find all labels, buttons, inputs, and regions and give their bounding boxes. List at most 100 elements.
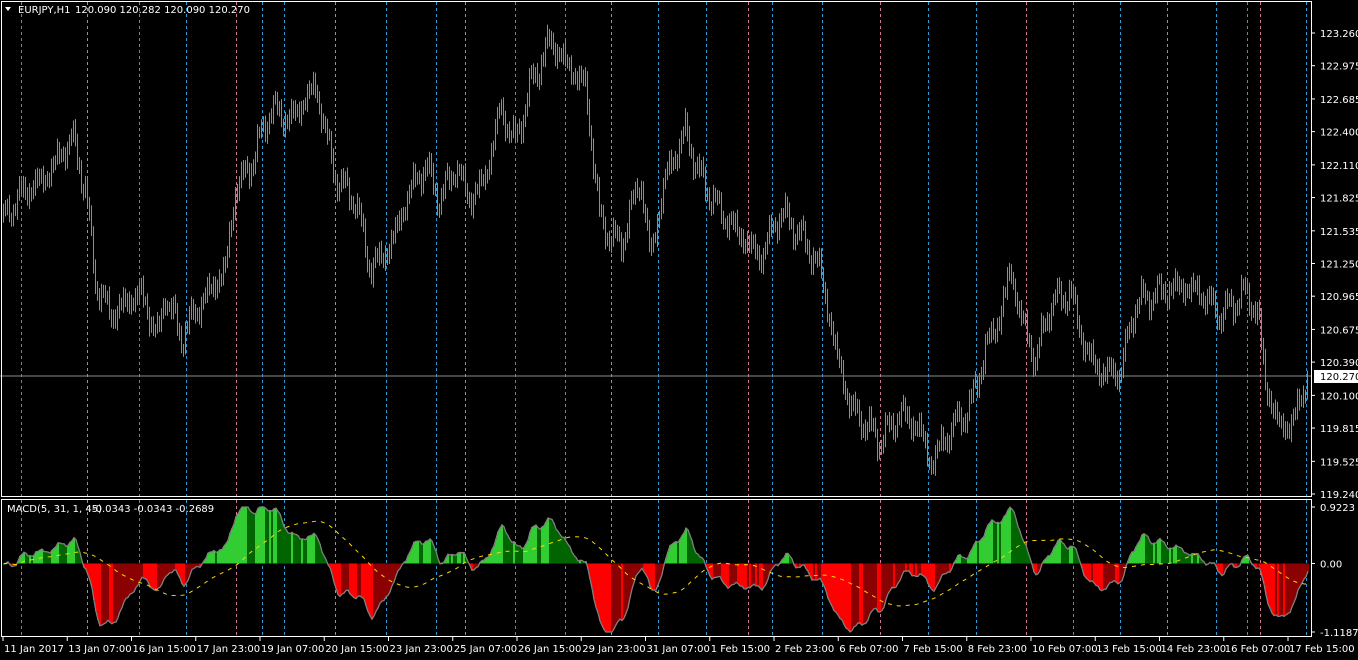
macd-histogram-bar [997,522,999,564]
time-tick-label: 17 Feb 15:00 [1289,644,1355,655]
macd-histogram-bar [729,563,731,587]
macd-histogram-bar [989,522,991,564]
macd-histogram-bar [121,563,123,608]
macd-histogram-bar [603,563,605,630]
macd-histogram-bar [245,507,247,564]
macd-histogram-bar [613,563,615,629]
macd-histogram-bar [947,563,949,572]
macd-histogram-bar [537,527,539,564]
macd-histogram-bar [519,545,521,564]
macd-histogram-bar [567,544,569,564]
macd-histogram-bar [1145,535,1147,564]
macd-histogram-bar [561,537,563,564]
macd-histogram-bar [1271,563,1273,614]
macd-histogram-bar [175,563,177,571]
macd-histogram-bar [1087,563,1089,580]
macd-histogram-bar [57,542,59,564]
macd-histogram-bar [1189,555,1191,564]
macd-histogram-bar [833,563,835,611]
macd-histogram-bar [267,510,269,564]
macd-histogram-bar [153,563,155,590]
macd-histogram-bar [1303,563,1305,580]
macd-histogram-bar [559,534,561,564]
macd-histogram-bar [237,513,239,564]
macd-histogram-bar [861,563,863,626]
macd-histogram-bar [763,563,765,587]
macd-histogram-bar [979,540,981,564]
macd-histogram-bar [361,563,363,598]
macd-histogram-bar [985,529,987,564]
macd-histogram-bar [61,543,63,564]
macd-histogram-bar [501,524,503,564]
macd-histogram-bar [385,563,387,597]
macd-histogram-bar [309,535,311,564]
price-tick-label: 122.685 [1320,95,1358,106]
macd-histogram-bar [1159,538,1161,564]
macd-histogram-bar [847,563,849,630]
macd-histogram-bar [131,563,133,594]
macd-histogram-bar [43,551,45,564]
time-tick-label: 11 Jan 2017 [4,644,64,655]
macd-histogram-bar [109,563,111,623]
macd-histogram-bar [845,563,847,629]
macd-histogram-bar [1171,548,1173,564]
macd-histogram-bar [1269,563,1271,609]
macd-histogram-bar [717,563,719,577]
macd-histogram-bar [565,540,567,564]
macd-histogram-bar [821,563,823,582]
time-tick-label: 25 Jan 07:00 [454,644,517,655]
macd-header-values: -0.0343 -0.0343 -0.2689 [92,504,214,515]
macd-histogram-bar [383,563,385,601]
macd-histogram-bar [881,563,883,611]
macd-histogram-bar [743,563,745,589]
macd-histogram-bar [865,563,867,624]
macd-histogram-bar [65,546,67,564]
macd-histogram-bar [719,563,721,577]
macd-histogram-bar [563,537,565,564]
macd-histogram-bar [421,544,423,564]
macd-histogram-bar [487,557,489,564]
macd-histogram-bar [871,563,873,612]
macd-histogram-bar [145,563,147,579]
macd-histogram-bar [1279,563,1281,617]
macd-histogram-bar [125,563,127,599]
macd-histogram-bar [37,551,39,564]
macd-histogram-bar [945,563,947,574]
macd-histogram-bar [555,529,557,564]
macd-histogram-bar [155,563,157,591]
macd-histogram-bar [107,563,109,621]
macd-histogram-bar [127,563,129,598]
macd-histogram-bar [363,563,365,599]
time-tick-label: 1 Feb 15:00 [711,644,770,655]
macd-histogram-bar [727,563,729,589]
trading-chart[interactable]: 123.260 122.975 122.685 122.400 122.110 121.8… [0,0,1358,660]
price-tick-label: 119.525 [1320,457,1358,468]
macd-histogram-bar [377,563,379,609]
macd-axis: 0.9223 0.00 -1.1187 [1311,503,1358,639]
macd-histogram-bar [141,563,143,578]
macd-histogram-bar [883,563,885,608]
macd-histogram-bar [751,563,753,586]
macd-histogram-bar [173,563,175,571]
macd-histogram-bar [817,563,819,580]
macd-histogram-bar [889,563,891,591]
macd-histogram-bar [987,525,989,564]
macd-histogram-bar [315,535,317,564]
macd-histogram-bar [677,542,679,564]
macd-histogram-bar [855,563,857,626]
macd-histogram-bar [673,542,675,564]
macd-histogram-bar [49,553,51,564]
macd-histogram-bar [925,563,927,578]
macd-histogram-bar [1111,563,1113,583]
macd-histogram-bar [961,557,963,564]
macd-histogram-bar [1161,540,1163,564]
time-tick-label: 16 Feb 07:00 [1225,644,1291,655]
macd-histogram-bar [373,563,375,617]
dropdown-triangle-icon[interactable] [5,7,11,11]
macd-histogram-bar [1065,547,1067,564]
price-tick-label: 119.815 [1320,424,1358,435]
macd-histogram-bar [147,563,149,582]
macd-histogram-bar [143,563,145,579]
macd-histogram-bar [893,563,895,588]
macd-histogram-bar [249,510,251,564]
